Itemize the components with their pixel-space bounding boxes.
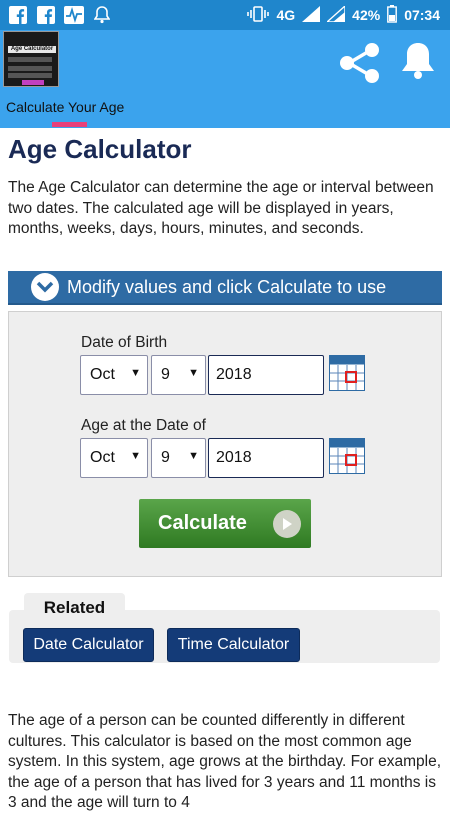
battery-icon xyxy=(387,4,398,26)
app-bar: Age Calculator Calculate Your Age xyxy=(0,30,450,128)
logo-row xyxy=(8,57,52,62)
tab-calculate-your-age[interactable]: Calculate Your Age xyxy=(6,99,124,115)
activity-icon xyxy=(64,5,84,25)
play-icon xyxy=(273,510,301,538)
intro-text: The Age Calculator can determine the age… xyxy=(8,179,434,237)
logo-button xyxy=(22,80,44,85)
instructions-banner: Modify values and click Calculate to use xyxy=(8,271,442,305)
age-at-date-label: Age at the Date of xyxy=(81,417,206,434)
signal-icon xyxy=(325,3,346,25)
dropdown-arrow-icon: ▼ xyxy=(130,367,141,379)
calculate-label: Calculate xyxy=(158,512,247,534)
at-month-select[interactable]: Oct ▼ xyxy=(80,438,148,478)
at-year-value: 2018 xyxy=(216,449,252,466)
birth-year-input[interactable]: 2018 xyxy=(208,355,324,395)
birth-day-select[interactable]: 9 ▼ xyxy=(151,355,206,395)
chevron-down-icon xyxy=(31,273,59,301)
banner-text: Modify values and click Calculate to use xyxy=(67,276,387,297)
calendar-icon[interactable] xyxy=(329,355,365,391)
date-of-birth-label: Date of Birth xyxy=(81,334,168,351)
birth-month-value: Oct xyxy=(90,366,115,383)
calculate-button[interactable]: Calculate xyxy=(139,499,311,548)
at-day-select[interactable]: 9 ▼ xyxy=(151,438,206,478)
vibrate-icon xyxy=(247,5,270,25)
bell-icon[interactable] xyxy=(398,40,438,87)
dropdown-arrow-icon: ▼ xyxy=(130,450,141,462)
bell-icon xyxy=(92,5,112,25)
body-text: The age of a person can be counted diffe… xyxy=(8,712,442,811)
at-year-input[interactable]: 2018 xyxy=(208,438,324,478)
birth-year-value: 2018 xyxy=(216,366,252,383)
dropdown-arrow-icon: ▼ xyxy=(188,450,199,462)
signal-icon xyxy=(302,5,321,25)
at-month-value: Oct xyxy=(90,449,115,466)
battery-label: 42% xyxy=(352,7,381,23)
calendar-icon[interactable] xyxy=(329,438,365,474)
app-logo[interactable]: Age Calculator xyxy=(3,31,59,87)
birth-month-select[interactable]: Oct ▼ xyxy=(80,355,148,395)
calculator-form: Date of Birth Oct ▼ 9 ▼ 2018 Age at the … xyxy=(8,311,442,577)
logo-title: Age Calculator xyxy=(8,46,56,53)
logo-row xyxy=(8,73,52,78)
date-calculator-link[interactable]: Date Calculator xyxy=(23,628,154,662)
facebook-icon xyxy=(36,5,56,25)
time-calculator-link[interactable]: Time Calculator xyxy=(167,628,300,662)
clock: 07:34 xyxy=(404,7,440,23)
at-day-value: 9 xyxy=(161,449,170,466)
page-title: Age Calculator xyxy=(8,134,192,164)
birth-day-value: 9 xyxy=(161,366,170,383)
related-heading: Related xyxy=(24,593,125,623)
status-bar: 4G 42% 07:34 xyxy=(0,0,450,30)
logo-row xyxy=(8,66,52,71)
network-label: 4G xyxy=(276,7,296,23)
tab-indicator xyxy=(52,122,87,127)
dropdown-arrow-icon: ▼ xyxy=(188,367,199,379)
facebook-icon xyxy=(8,5,28,25)
share-icon[interactable] xyxy=(337,42,383,89)
